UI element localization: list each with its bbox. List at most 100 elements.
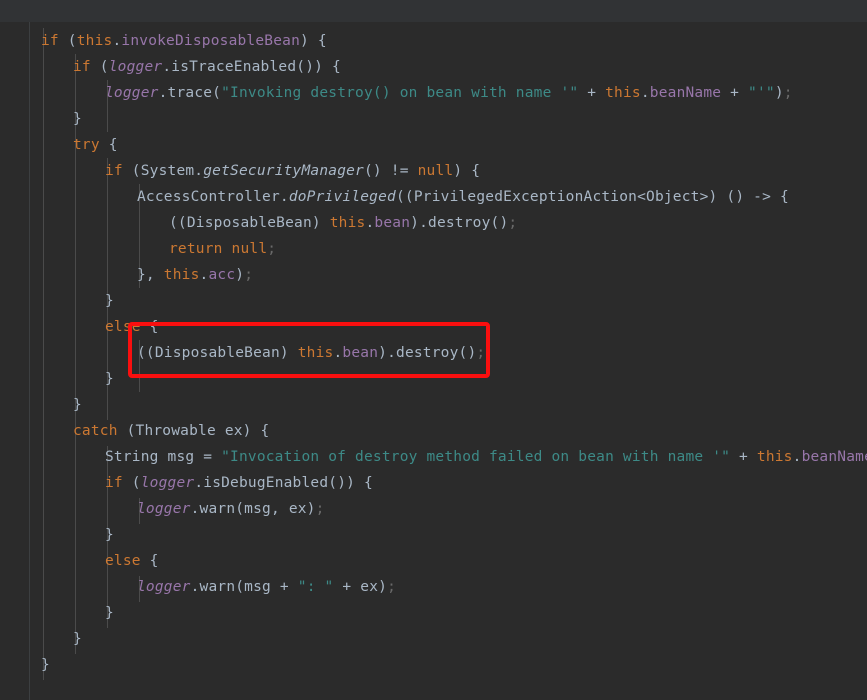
code-token: .warn(msg, ex) — [190, 501, 316, 517]
code-token: if — [73, 59, 100, 75]
code-token: ; — [783, 85, 793, 101]
code-line: } — [31, 288, 114, 314]
code-token: } — [73, 397, 82, 413]
code-token: { — [140, 553, 159, 569]
code-token: if — [105, 475, 132, 491]
code-token: logger — [108, 59, 163, 75]
code-line: logger.warn(msg, ex); — [31, 496, 325, 522]
code-line: } — [31, 106, 82, 132]
code-token: getSecurityManager — [203, 163, 364, 179]
code-token: ).destroy() — [378, 345, 477, 361]
code-token: ; — [267, 241, 277, 257]
code-token: ) { — [453, 163, 481, 179]
code-line: ((DisposableBean) this.bean).destroy(); — [31, 340, 485, 366]
code-token: } — [73, 111, 82, 127]
code-token: return — [169, 241, 223, 257]
code-token: ; — [315, 501, 325, 517]
code-line: else { — [31, 548, 159, 574]
code-token: (Throwable ex) { — [117, 423, 270, 439]
code-token: bean — [342, 345, 379, 361]
code-token: } — [105, 293, 114, 309]
code-token: catch — [73, 423, 118, 439]
code-token: logger — [137, 579, 191, 595]
code-token: } — [105, 527, 114, 543]
code-token: .trace( — [158, 85, 222, 101]
code-token: .isTraceEnabled()) { — [162, 59, 341, 75]
code-token: + — [721, 85, 749, 101]
code-token: ((PrivilegedExceptionAction<Object>) () … — [395, 189, 789, 205]
code-line: }, this.acc); — [31, 262, 253, 288]
code-token: ; — [508, 215, 518, 231]
code-line: } — [31, 626, 82, 652]
code-line: if (logger.isDebugEnabled()) { — [31, 470, 373, 496]
editor-line-gutter[interactable] — [0, 22, 30, 700]
code-token: ; — [244, 267, 254, 283]
code-editor-screenshot: if (this.invokeDisposableBean) {if (logg… — [0, 0, 867, 700]
code-token: ; — [476, 345, 486, 361]
code-token: this — [297, 345, 334, 361]
code-line: if (logger.isTraceEnabled()) { — [31, 54, 341, 80]
code-token: + — [578, 85, 606, 101]
code-token: ((DisposableBean) — [137, 345, 298, 361]
code-token: { — [99, 137, 118, 153]
code-line: try { — [31, 132, 118, 158]
code-token: () != — [364, 163, 418, 179]
code-token: else — [105, 319, 141, 335]
code-token: ( — [67, 33, 77, 49]
editor-top-bar — [0, 0, 867, 22]
code-token: (System. — [131, 163, 204, 179]
code-token: AccessController. — [137, 189, 289, 205]
code-token: "Invocation of destroy method failed on … — [221, 449, 731, 465]
code-token: ) { — [300, 33, 327, 49]
code-token: this — [756, 449, 793, 465]
code-content-area[interactable]: if (this.invokeDisposableBean) {if (logg… — [31, 22, 867, 700]
code-token: ( — [131, 475, 141, 491]
code-token: ) — [235, 267, 245, 283]
code-line: ((DisposableBean) this.bean).destroy(); — [31, 210, 517, 236]
code-token: } — [105, 605, 114, 621]
code-token: ((DisposableBean) — [169, 215, 330, 231]
code-token: logger — [105, 85, 159, 101]
code-token: invokeDisposableBean — [121, 33, 301, 49]
code-line: logger.warn(msg + ": " + ex); — [31, 574, 396, 600]
code-token: .warn(msg + — [190, 579, 298, 595]
code-token: "'" — [748, 85, 775, 101]
code-token: } — [41, 657, 50, 673]
code-line: } — [31, 652, 50, 678]
code-token: try — [73, 137, 100, 153]
code-token: if — [105, 163, 132, 179]
code-line: else { — [31, 314, 159, 340]
code-token: } — [73, 631, 82, 647]
code-token: + ex) — [333, 579, 388, 595]
code-line: } — [31, 366, 114, 392]
code-line: if (System.getSecurityManager() != null)… — [31, 158, 480, 184]
code-line: } — [31, 522, 114, 548]
code-token: logger — [140, 475, 195, 491]
code-token: null — [417, 163, 454, 179]
code-token: acc — [208, 267, 236, 283]
code-token: this — [163, 267, 200, 283]
code-token: this — [605, 85, 641, 101]
code-line: if (this.invokeDisposableBean) { — [31, 28, 327, 54]
code-token: String msg = — [105, 449, 222, 465]
code-line: AccessController.doPrivileged((Privilege… — [31, 184, 789, 210]
code-token: }, — [137, 267, 164, 283]
code-token: null — [231, 241, 268, 257]
code-token: this — [329, 215, 366, 231]
code-token: ( — [99, 59, 109, 75]
code-line: catch (Throwable ex) { — [31, 418, 269, 444]
code-line: logger.trace("Invoking destroy() on bean… — [31, 80, 793, 106]
code-line: } — [31, 392, 82, 418]
code-token: if — [41, 33, 68, 49]
code-token: . — [640, 85, 650, 101]
code-token: ) — [774, 85, 784, 101]
code-token: logger — [137, 501, 191, 517]
code-token: ).destroy() — [410, 215, 509, 231]
code-line: } — [31, 600, 114, 626]
code-token: beanName — [801, 449, 867, 465]
code-token: + — [730, 449, 757, 465]
code-token: bean — [374, 215, 411, 231]
code-token: ": " — [297, 579, 334, 595]
code-token: . — [792, 449, 802, 465]
